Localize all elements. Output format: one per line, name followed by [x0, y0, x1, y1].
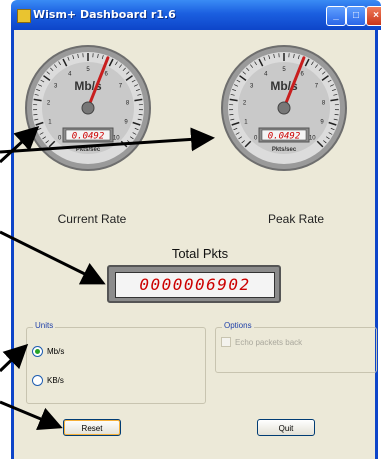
close-button[interactable]: ×: [366, 6, 381, 26]
maximize-button[interactable]: □: [346, 6, 366, 26]
peak-rate-gauge: 012345678910Mb/s0.0492Pkts/sec: [221, 45, 347, 171]
total-pkts-counter: 0000006902: [107, 265, 281, 303]
echo-packets-label: Echo packets back: [235, 337, 303, 347]
current-rate-caption: Current Rate: [57, 212, 127, 226]
minimize-button[interactable]: _: [326, 6, 346, 26]
radio-mbps[interactable]: [32, 346, 43, 357]
gauge-sublabel: Pkts/sec: [76, 147, 101, 153]
gauge-hub: [81, 101, 95, 115]
reset-button[interactable]: Reset: [63, 419, 121, 436]
echo-packets-option[interactable]: Echo packets back: [221, 337, 302, 347]
peak-rate-caption: Peak Rate: [267, 212, 325, 226]
gauge-tick: [229, 114, 234, 116]
app-icon: [17, 9, 31, 23]
total-pkts-value: 0000006902: [115, 272, 275, 298]
gauge-display-value: 0.0492: [268, 132, 301, 142]
gauge-tick: [334, 114, 339, 116]
gauge-scale-label: 10: [113, 135, 120, 141]
window-titlebar[interactable]: Wism+ Dashboard r1.6 _ □ ×: [11, 0, 381, 30]
gauge-tick: [33, 114, 38, 116]
units-group-title: Units: [33, 321, 56, 330]
units-groupbox: Units Mb/s KB/s: [26, 321, 206, 404]
window-title: Wism+ Dashboard r1.6: [33, 8, 176, 21]
unit-option-kbps[interactable]: KB/s: [32, 375, 64, 386]
echo-packets-checkbox[interactable]: [221, 337, 231, 347]
gauge-scale-label: 10: [309, 135, 316, 141]
gauge-tick: [138, 114, 143, 116]
radio-mbps-label: Mb/s: [47, 347, 65, 356]
gauge-sublabel: Pkts/sec: [272, 147, 297, 153]
radio-kbps-label: KB/s: [47, 376, 64, 385]
gauge-hub: [277, 101, 291, 115]
unit-option-mbps[interactable]: Mb/s: [32, 346, 64, 357]
options-groupbox: Options Echo packets back: [215, 321, 377, 373]
total-pkts-label: Total Pkts: [171, 246, 229, 261]
radio-kbps[interactable]: [32, 375, 43, 386]
current-rate-gauge: 012345678910Mb/s0.0492Pkts/sec: [25, 45, 151, 171]
quit-button[interactable]: Quit: [257, 419, 315, 436]
options-group-title: Options: [222, 321, 254, 330]
gauge-display-value: 0.0492: [72, 132, 105, 142]
